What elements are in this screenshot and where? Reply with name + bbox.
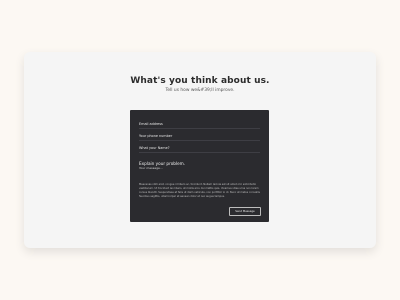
send-message-button[interactable]: Send Message <box>229 207 261 216</box>
name-field[interactable]: What your Name? <box>139 144 260 153</box>
page-subtitle: Tell us how we&#39;ll improve. <box>165 88 235 93</box>
feedback-form: Email address Your phone number What you… <box>130 110 269 222</box>
page-title: What's you think about us. <box>130 76 270 86</box>
phone-field[interactable]: Your phone number <box>139 132 260 141</box>
email-field[interactable]: Email address <box>139 120 260 129</box>
message-field[interactable]: Your message... <box>139 166 260 178</box>
form-body-text: Maecenas nibh erat, congue id libero ac,… <box>139 183 260 198</box>
